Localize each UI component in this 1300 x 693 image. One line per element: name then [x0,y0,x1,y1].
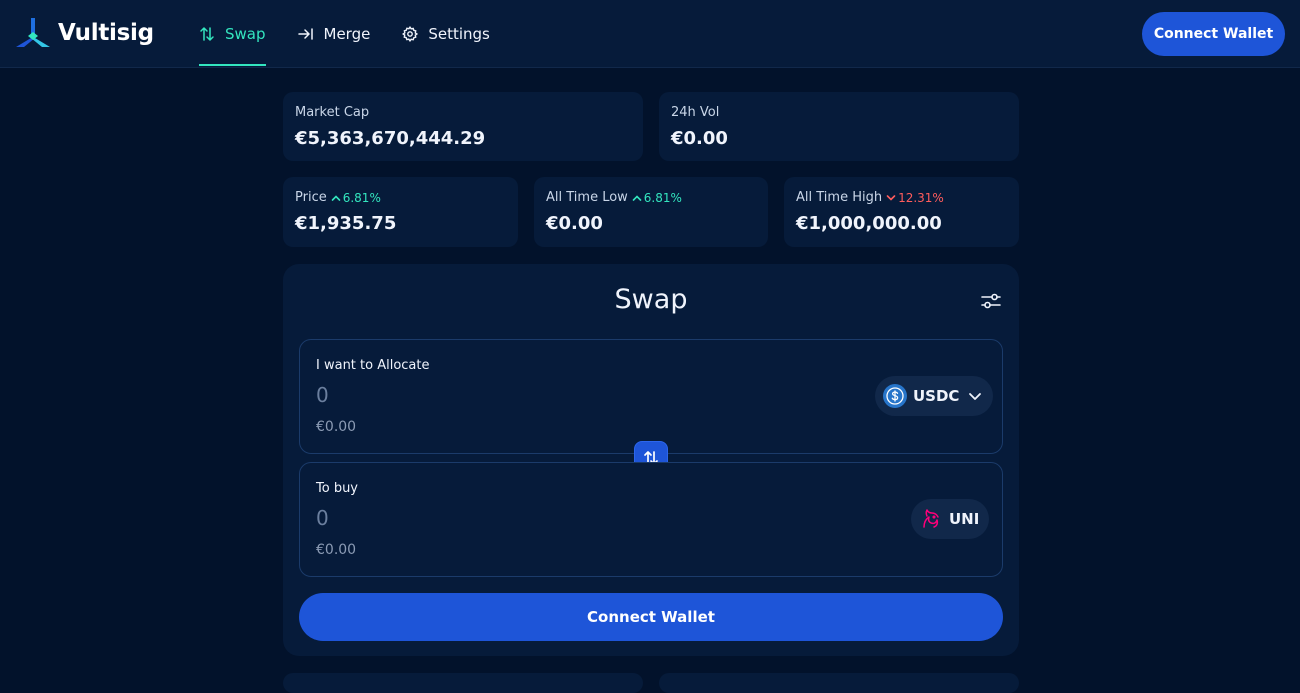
nav-settings[interactable]: Settings [402,0,490,67]
atl-change-badge: 6.81% [632,191,682,205]
buy-label: To buy [316,481,359,496]
to-token-name: UNI [949,510,980,528]
market-cap-value: €5,363,670,444.29 [295,128,486,149]
nav-merge-label: Merge [323,24,371,43]
nav-swap-label: Swap [225,24,266,43]
from-token-selector[interactable]: USDC [875,376,994,416]
price-value: €1,935.75 [295,213,397,234]
to-token-selector[interactable]: UNI [911,499,990,539]
buy-fiat-value: €0.00 [316,542,357,558]
all-time-high-card: All Time High 12.31% €1,000,000.00 [784,177,1019,247]
chevron-down-icon [969,393,982,400]
nav-settings-label: Settings [428,24,490,43]
sliders-icon [981,293,1001,309]
market-cap-label: Market Cap [295,105,370,120]
volume-label: 24h Vol [671,105,720,120]
buy-amount-input[interactable] [316,505,616,531]
merge-arrow-icon [297,27,313,40]
from-token-name: USDC [913,387,960,405]
brand-name: Vultisig [58,20,154,46]
allocate-fiat-value: €0.00 [316,419,357,435]
swap-arrows-icon [200,26,214,41]
market-cap-card: Market Cap €5,363,670,444.29 [283,92,643,161]
buy-box: To buy €0.00 UNI [299,462,1003,577]
allocate-amount-input[interactable] [316,382,616,408]
ath-label-row: All Time High 12.31% [796,190,944,205]
atl-label-row: All Time Low 6.81% [546,190,682,205]
price-change-badge: 6.81% [331,191,381,205]
swap-panel: Swap I want to Allocate €0.00 USDC [283,264,1019,656]
atl-value: €0.00 [546,213,603,234]
lower-card-left [283,673,643,693]
header-connect-wallet-button[interactable]: Connect Wallet [1142,12,1285,56]
usdc-icon [883,384,907,408]
atl-label: All Time Low [546,190,628,205]
chevron-up-icon [632,194,642,201]
price-label: Price [295,190,327,205]
uni-icon [923,509,939,528]
chevron-down-icon [886,194,896,201]
ath-label: All Time High [796,190,883,205]
price-change: 6.81% [342,190,381,205]
ath-change-badge: 12.31% [886,191,944,205]
volume-value: €0.00 [671,128,728,149]
swap-title: Swap [614,284,688,315]
vultisig-logo-icon [16,18,50,47]
ath-change: 12.31% [898,190,944,205]
price-label-row: Price 6.81% [295,190,381,205]
main-nav: Swap Merge Settings [199,0,522,67]
swap-connect-wallet-button[interactable]: Connect Wallet [299,593,1003,641]
top-header: Vultisig Swap Merge Settings Connect Wal… [0,0,1300,68]
volume-card: 24h Vol €0.00 [659,92,1019,161]
atl-change: 6.81% [643,190,682,205]
allocate-label: I want to Allocate [316,358,430,373]
all-time-low-card: All Time Low 6.81% €0.00 [534,177,768,247]
lower-card-right [659,673,1019,693]
swap-settings-button[interactable] [980,290,1002,312]
brand-logo[interactable]: Vultisig [16,18,154,48]
nav-swap[interactable]: Swap [199,0,266,67]
ath-value: €1,000,000.00 [796,213,942,234]
gear-icon [402,25,419,42]
price-card: Price 6.81% €1,935.75 [283,177,518,247]
nav-merge[interactable]: Merge [297,0,371,67]
chevron-up-icon [331,194,341,201]
allocate-box: I want to Allocate €0.00 USDC [299,339,1003,454]
